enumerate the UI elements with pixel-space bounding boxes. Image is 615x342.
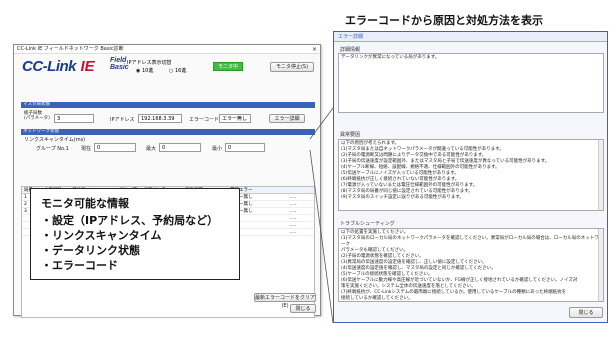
current-field: 0: [94, 143, 136, 152]
total-stations-field: 3: [54, 114, 94, 123]
group-label: グループ No.1: [36, 146, 69, 152]
monitoring-badge: モニタ中: [213, 62, 243, 71]
current-label: 現在: [81, 146, 92, 152]
radio-dec[interactable]: ◉ 10進: [136, 67, 153, 74]
err-titlebar: エラー詳細: [334, 32, 607, 42]
link-scan-label: リンクスキャンタイム(ms): [24, 137, 86, 143]
detail-text-box: データリンクが異常になっている局があります。: [338, 53, 604, 113]
callout-item: ・設定（IPアドレス、予約局など）: [41, 214, 219, 227]
cc-link-logo: CC-Link IE Field Basic: [22, 57, 129, 75]
errcode-label: エラーコード: [189, 117, 220, 123]
right-caption: エラーコードから原因と対処方法を表示: [345, 14, 543, 27]
stop-monitor-button[interactable]: モニタ停止(S): [270, 62, 314, 72]
trouble-label: トラブルシューティング: [340, 221, 395, 227]
error-detail-button[interactable]: エラー詳細: [269, 114, 305, 123]
cause-label: 異常要因: [340, 132, 361, 138]
diag-window-title: CC-Link IE フィールドネットワーク Basic診断: [17, 46, 124, 52]
monitor-info-callout: モニタ可能な情報 ・設定（IPアドレス、予約局など） ・リンクスキャンタイム ・…: [30, 188, 240, 280]
callout-heading: モニタ可能な情報: [41, 197, 129, 210]
radio-hex[interactable]: ○ 16進: [169, 67, 186, 74]
ip-label: IPアドレス: [110, 117, 135, 123]
scrollbar[interactable]: [598, 140, 603, 210]
max-field: 0: [159, 143, 201, 152]
diag-close-button[interactable]: 閉じる: [290, 304, 316, 313]
errcode-field: エラー無し: [219, 114, 251, 123]
ip-switch-label: IPアドレス表示切替: [127, 60, 172, 66]
error-detail-window: エラー詳細 詳細情報 データリンクが異常になっている局があります。 異常要因 以…: [333, 31, 608, 323]
min-field: 0: [225, 143, 265, 152]
trouble-text-box[interactable]: 以下の処置を実施してください。 (1)マスタ局のローカル局のネットワークパラメータ…: [338, 228, 604, 302]
callout-item: ・データリンク状態: [41, 244, 140, 257]
scrollbar[interactable]: [598, 229, 603, 301]
callout-item: ・エラーコード: [41, 259, 118, 272]
diag-titlebar: CC-Link IE フィールドネットワーク Basic診断 ×: [14, 45, 320, 54]
err-close-button[interactable]: 閉じる: [569, 307, 603, 318]
clear-error-button[interactable]: 最新エラーコードをクリア(E): [254, 293, 316, 309]
callout-item: ・リンクスキャンタイム: [41, 229, 162, 242]
close-icon[interactable]: ×: [312, 45, 320, 53]
network-section-header: ネットワーク状態: [21, 129, 315, 135]
max-label: 最大: [146, 146, 157, 152]
total-stations-label: 総子局数 (パラメータ): [24, 111, 50, 121]
min-label: 最小: [212, 146, 223, 152]
master-section-header: マスタ局状態: [21, 102, 315, 108]
detail-label: 詳細情報: [340, 47, 361, 53]
cause-text-box[interactable]: 以下の原因が考えられます。 (1)マスタ局または自ネットワークパラメータが間違って…: [338, 139, 604, 211]
ip-field: 192.168.3.39: [138, 114, 182, 123]
